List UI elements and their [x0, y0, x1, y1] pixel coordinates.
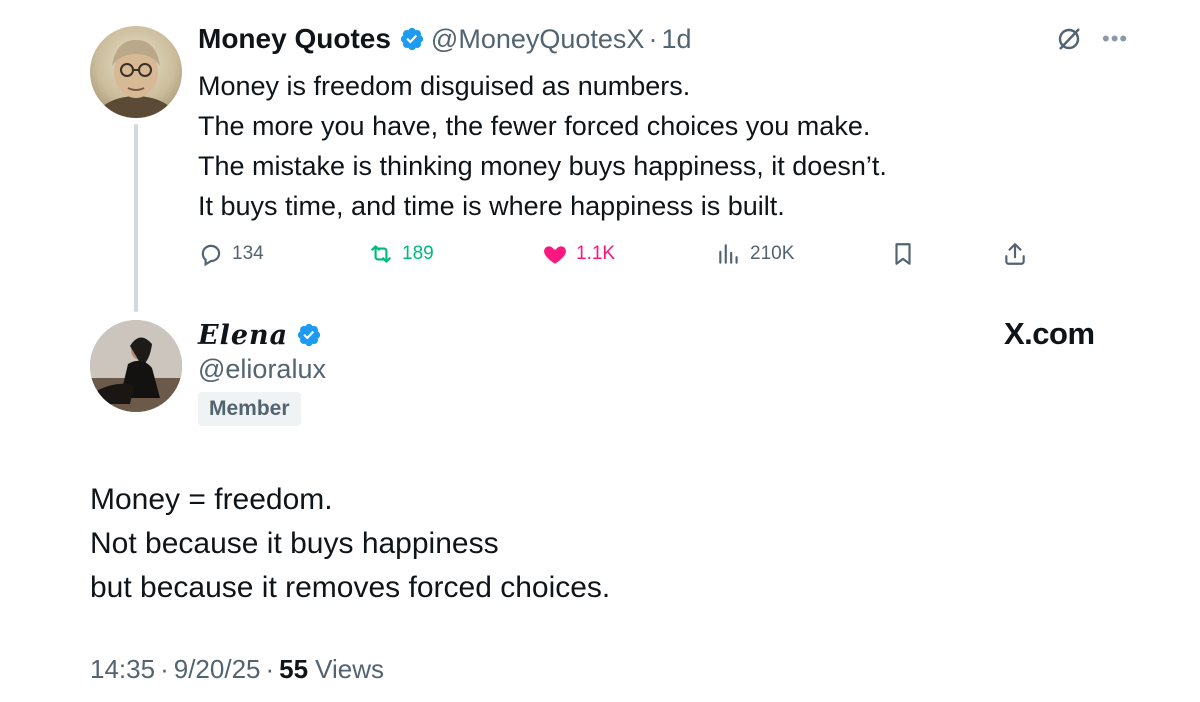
like-count: 1.1K	[576, 243, 616, 264]
tweet-line: Money is freedom disguised as numbers.	[198, 71, 691, 101]
xcom-watermark: X.com	[1004, 316, 1095, 351]
repost-count: 189	[402, 243, 434, 264]
post-date[interactable]: 9/20/25	[174, 654, 261, 685]
quoted-tweet-header: Money Quotes @MoneyQuotesX · 1d	[198, 22, 691, 56]
author-name[interactable]: Money Quotes	[198, 23, 391, 55]
tweet-line: The more you have, the fewer forced choi…	[198, 111, 871, 141]
reply-line: Not because it buys happiness	[90, 527, 499, 560]
bookmark-icon	[895, 243, 911, 265]
separator-dot: ·	[160, 654, 169, 684]
verified-icon	[399, 26, 425, 52]
reply-icon	[201, 244, 221, 267]
more-icon[interactable]: •••	[1102, 28, 1128, 50]
member-badge: Member	[198, 392, 301, 426]
tweet-meta: 14:35 · 9/20/25 · 55 Views	[90, 654, 384, 685]
reply-author: Elena	[198, 318, 328, 352]
quoted-tweet-text: Money is freedom disguised as numbers. T…	[198, 66, 887, 226]
tweet-action-bar: 134 189 1.1K 210K	[198, 236, 1038, 272]
verified-icon	[296, 322, 322, 348]
like-button[interactable]: 1.1K	[542, 236, 615, 272]
repost-icon	[371, 245, 391, 263]
tweet-line: The mistake is thinking money buys happi…	[198, 151, 887, 181]
grok-icon[interactable]	[1054, 24, 1084, 54]
views-button[interactable]: 210K	[716, 236, 794, 272]
reply-count: 134	[232, 243, 264, 264]
separator-dot: ·	[648, 23, 658, 54]
reply-tweet-text: Money = freedom. Not because it buys hap…	[90, 478, 610, 610]
elena-avatar[interactable]	[90, 320, 182, 412]
separator-dot: ·	[265, 654, 275, 684]
reply-button[interactable]: 134	[198, 236, 264, 272]
repost-button[interactable]: 189	[368, 236, 434, 272]
views-icon	[719, 244, 738, 264]
share-icon	[1005, 243, 1025, 265]
share-button[interactable]	[1002, 236, 1028, 272]
bookmark-button[interactable]	[890, 236, 916, 272]
tweet-line: It buys time, and time is where happines…	[198, 191, 785, 221]
views-count: 55	[279, 654, 309, 684]
thread-connector-line	[134, 124, 138, 312]
reply-line: but because it removes forced choices.	[90, 571, 611, 604]
author-handle[interactable]: @MoneyQuotesX	[431, 24, 645, 55]
post-time[interactable]: 14:35	[90, 654, 155, 685]
reply-author-name[interactable]: Elena	[198, 320, 288, 351]
reply-author-handle[interactable]: @elioralux	[198, 354, 326, 385]
tweet-top-actions: •••	[1054, 24, 1128, 54]
reply-line: Money = freedom.	[90, 483, 333, 516]
views-label: Views	[315, 654, 384, 684]
tweet-time[interactable]: 1d	[661, 24, 691, 55]
views-count: 210K	[750, 243, 795, 264]
heart-icon	[544, 246, 566, 264]
money-quotes-avatar[interactable]	[90, 26, 182, 118]
